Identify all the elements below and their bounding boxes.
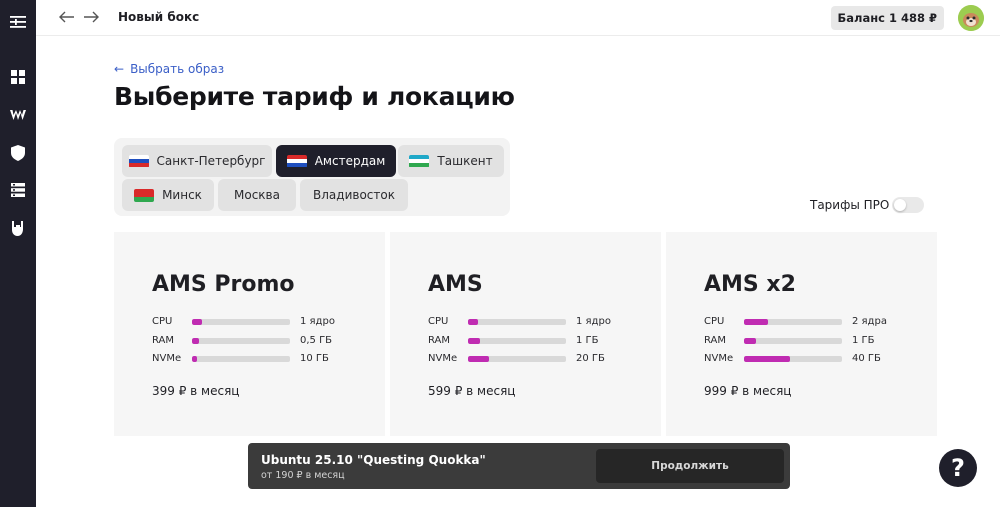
sidebar	[0, 0, 36, 507]
plan-card-ams[interactable]: AMS CPU 1 ядро RAM 1 ГБ NVMe 20 ГБ 599 ₽…	[390, 232, 661, 436]
back-link-label: Выбрать образ	[130, 62, 225, 76]
location-label: Ташкент	[437, 154, 493, 168]
location-label: Минск	[162, 188, 202, 202]
spec-nvme: NVMe 20 ГБ	[428, 353, 648, 365]
spec-label: RAM	[428, 335, 451, 346]
plan-card-ams-promo[interactable]: AMS Promo CPU 1 ядро RAM 0,5 ГБ NVMe 10 …	[114, 232, 385, 436]
spec-value: 20 ГБ	[576, 353, 605, 364]
pro-tariffs-label: Тарифы ПРО	[810, 198, 890, 212]
toggle-knob	[894, 199, 906, 211]
spec-label: NVMe	[704, 353, 734, 364]
page-name: Новый бокс	[118, 10, 200, 24]
plan-price: 999 ₽ в месяц	[704, 384, 792, 398]
spec-label: RAM	[152, 335, 175, 346]
continue-button[interactable]: Продолжить	[596, 449, 784, 483]
selected-os-name: Ubuntu 25.10 "Questing Quokka"	[261, 453, 486, 467]
location-spb[interactable]: Санкт-Петербург	[122, 145, 272, 177]
spec-fill	[468, 356, 489, 362]
rock-hand-icon[interactable]	[8, 217, 28, 237]
topbar: Новый бокс Баланс 1 488 ₽	[36, 0, 1000, 36]
pro-tariffs-toggle[interactable]	[892, 197, 924, 213]
spec-fill	[192, 338, 199, 344]
spec-cpu: CPU 1 ядро	[152, 316, 372, 328]
wordpress-icon[interactable]	[8, 105, 28, 125]
location-tashkent[interactable]: Ташкент	[398, 145, 504, 177]
back-to-image-link[interactable]: ← Выбрать образ	[114, 62, 224, 76]
back-arrow-icon: ←	[114, 62, 125, 76]
spec-cpu: CPU 1 ядро	[428, 316, 648, 328]
spec-value: 0,5 ГБ	[300, 335, 333, 346]
spec-label: RAM	[704, 335, 727, 346]
plan-name: AMS Promo	[152, 272, 295, 297]
spec-label: NVMe	[428, 353, 458, 364]
location-vladivostok[interactable]: Владивосток	[300, 179, 408, 211]
avatar[interactable]	[958, 5, 984, 31]
plan-name: AMS x2	[704, 272, 796, 297]
location-label: Владивосток	[313, 188, 395, 202]
spec-value: 40 ГБ	[852, 353, 881, 364]
spec-fill	[744, 338, 756, 344]
spec-label: CPU	[704, 316, 725, 327]
spec-label: CPU	[152, 316, 173, 327]
spec-label: NVMe	[152, 353, 182, 364]
menu-icon[interactable]	[8, 12, 28, 32]
location-selector: Санкт-Петербург Амстердам Ташкент Минск …	[114, 138, 510, 216]
location-amsterdam[interactable]: Амстердам	[276, 145, 396, 177]
spec-bar	[744, 338, 842, 344]
spec-ram: RAM 1 ГБ	[428, 335, 648, 347]
flag-nl-icon	[286, 154, 307, 168]
flag-ru-icon	[128, 154, 149, 168]
location-label: Москва	[234, 188, 280, 202]
spec-fill	[468, 319, 478, 325]
spec-value: 10 ГБ	[300, 353, 329, 364]
selection-summary-bar: Ubuntu 25.10 "Questing Quokka" от 190 ₽ …	[248, 443, 790, 489]
balance-badge[interactable]: Баланс 1 488 ₽	[830, 6, 944, 30]
spec-fill	[192, 356, 197, 362]
help-button[interactable]: ?	[939, 449, 977, 487]
spec-ram: RAM 0,5 ГБ	[152, 335, 372, 347]
spec-nvme: NVMe 10 ГБ	[152, 353, 372, 365]
dashboard-icon[interactable]	[8, 67, 28, 87]
spec-fill	[468, 338, 480, 344]
plan-name: AMS	[428, 272, 483, 297]
spec-ram: RAM 1 ГБ	[704, 335, 924, 347]
spec-value: 1 ядро	[300, 316, 335, 327]
spec-cpu: CPU 2 ядра	[704, 316, 924, 328]
spec-value: 1 ГБ	[852, 335, 875, 346]
spec-bar	[468, 338, 566, 344]
spec-nvme: NVMe 40 ГБ	[704, 353, 924, 365]
location-label: Санкт-Петербург	[156, 154, 266, 168]
plan-price: 599 ₽ в месяц	[428, 384, 516, 398]
location-moscow[interactable]: Москва	[218, 179, 296, 211]
spec-bar	[744, 356, 842, 362]
spec-bar	[192, 338, 290, 344]
help-icon: ?	[951, 454, 965, 482]
spec-value: 1 ГБ	[576, 335, 599, 346]
spec-fill	[744, 319, 768, 325]
location-label: Амстердам	[314, 154, 386, 168]
spec-bar	[192, 319, 290, 325]
back-arrow-icon[interactable]	[58, 9, 76, 27]
spec-value: 2 ядра	[852, 316, 887, 327]
spec-bar	[744, 319, 842, 325]
servers-icon[interactable]	[8, 180, 28, 200]
flag-by-icon	[134, 188, 155, 202]
spec-fill	[192, 319, 202, 325]
shield-icon[interactable]	[8, 143, 28, 163]
forward-arrow-icon[interactable]	[82, 9, 100, 27]
location-minsk[interactable]: Минск	[122, 179, 214, 211]
spec-bar	[192, 356, 290, 362]
plan-card-ams-x2[interactable]: AMS x2 CPU 2 ядра RAM 1 ГБ NVMe 40 ГБ 99…	[666, 232, 937, 436]
spec-bar	[468, 356, 566, 362]
spec-label: CPU	[428, 316, 449, 327]
spec-bar	[468, 319, 566, 325]
spec-value: 1 ядро	[576, 316, 611, 327]
page-title: Выберите тариф и локацию	[114, 82, 515, 111]
spec-fill	[744, 356, 791, 362]
plan-price: 399 ₽ в месяц	[152, 384, 240, 398]
selected-os-price: от 190 ₽ в месяц	[261, 470, 345, 481]
flag-uz-icon	[409, 154, 430, 168]
